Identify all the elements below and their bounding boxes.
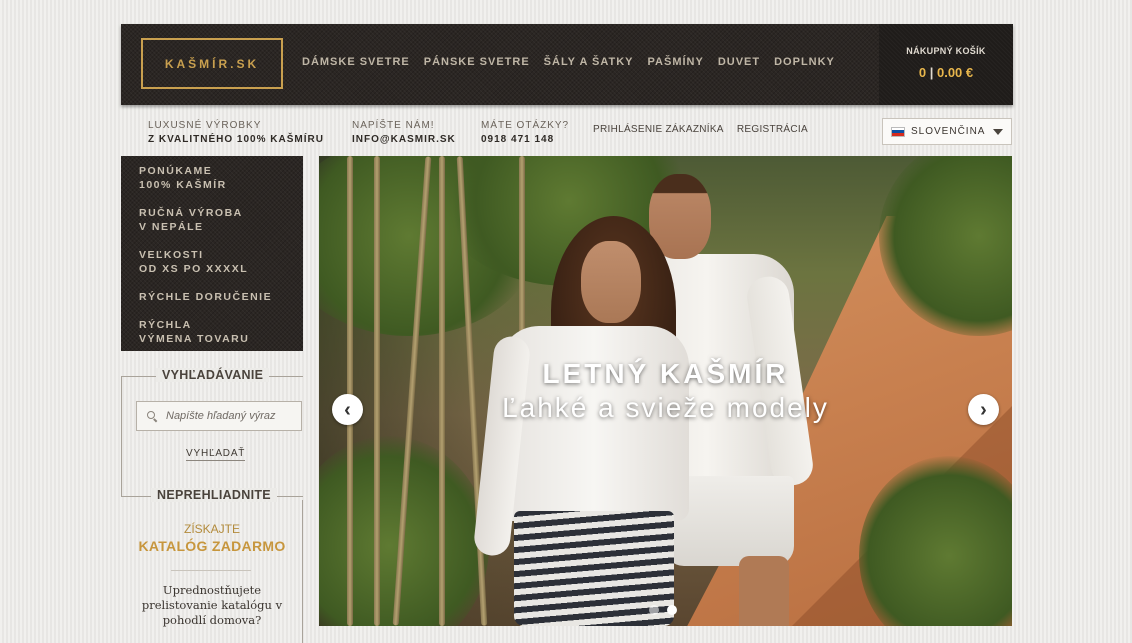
catalog-link[interactable]: KATALÓG ZADARMO [121,538,303,554]
nav-item-panske-svetre[interactable]: PÁNSKE SVETRE [424,56,530,68]
slovak-flag-icon [891,126,905,137]
slider-dot-2[interactable] [667,605,677,615]
feature-line: 100% KAŠMÍR [139,179,227,191]
site-header: KAŠMÍR.SK DÁMSKE SVETRE PÁNSKE SVETRE ŠÁ… [121,24,1013,105]
cart-separator: | [929,65,934,80]
feature-line: PONÚKAME [139,165,213,177]
cart-total: 0.00 € [936,65,974,80]
feature-line: VEĽKOSTI [139,249,204,261]
catalog-description: Uprednostňujete prelistovanie katalógu v… [141,583,283,627]
chevron-left-icon[interactable]: ‹ [332,394,363,425]
info-phone-number[interactable]: 0918 471 148 [481,133,569,147]
register-link[interactable]: REGISTRÁCIA [737,124,808,135]
cart-summary: 0 | 0.00 € [879,65,1013,80]
feature-item: RÝCHLA VÝMENA TOVARU [139,318,303,346]
info-luxury-line2: Z KVALITNÉHO 100% KAŠMÍRU [148,134,324,145]
search-button[interactable]: VYHĽADAŤ [186,448,246,461]
feature-line: RUČNÁ VÝROBA [139,207,243,219]
nav-item-damske-svetre[interactable]: DÁMSKE SVETRE [302,56,410,68]
info-email: NAPÍŠTE NÁM! INFO@KASMIR.SK [352,119,456,147]
nav-item-doplnky[interactable]: DOPLNKY [774,56,835,68]
catalog-section: NEPREHLIADNITE ZÍSKAJTE KATALÓG ZADARMO … [121,488,303,643]
cart-title: NÁKUPNÝ KOŠÍK [906,46,986,56]
search-icon [147,411,157,421]
feature-line: RÝCHLA [139,319,192,331]
main-nav: DÁMSKE SVETRE PÁNSKE SVETRE ŠÁLY A ŠATKY… [302,56,849,68]
hero-slider: LETNÝ KAŠMÍR Ľahké a svieže modely ‹ › [319,156,1012,626]
language-select[interactable]: SLOVENČINA [882,118,1012,145]
search-title: VYHĽADÁVANIE [156,368,270,382]
feature-item: RÝCHLE DORUČENIE [139,290,303,304]
feature-line: OD XS PO XXXXL [139,263,249,275]
feature-line: VÝMENA TOVARU [139,333,250,345]
info-phone-line1: MÁTE OTÁZKY? [481,120,570,131]
feature-line: RÝCHLE DORUČENIE [139,291,273,303]
catalog-lead: ZÍSKAJTE [183,522,240,536]
feature-item: RUČNÁ VÝROBA V NEPÁLE [139,206,303,234]
site-logo[interactable]: KAŠMÍR.SK [141,38,283,89]
slide-subtitle: Ľahké a svieže modely [502,392,829,423]
info-email-line1: NAPÍŠTE NÁM! [352,120,435,131]
cart-widget[interactable]: NÁKUPNÝ KOŠÍK 0 | 0.00 € [879,24,1013,105]
nav-item-duvet[interactable]: DUVET [718,56,760,68]
slide-title: LETNÝ KAŠMÍR [542,358,789,389]
slider-dot-1[interactable] [649,605,659,615]
nav-item-pasminy[interactable]: PAŠMÍNY [648,56,704,68]
chevron-right-icon[interactable]: › [968,394,999,425]
catalog-divider [171,570,251,571]
account-links: PRIHLÁSENIE ZÁKAZNÍKA REGISTRÁCIA [593,124,818,135]
search-input[interactable] [166,410,296,422]
language-label: SLOVENČINA [911,126,986,137]
cart-count: 0 [918,65,927,80]
caret-down-icon [993,129,1003,135]
feature-item: VEĽKOSTI OD XS PO XXXXL [139,248,303,276]
feature-item: PONÚKAME 100% KAŠMÍR [139,164,303,192]
catalog-title: NEPREHLIADNITE [151,488,277,502]
login-link[interactable]: PRIHLÁSENIE ZÁKAZNÍKA [593,124,724,135]
info-email-link[interactable]: INFO@KASMIR.SK [352,133,456,147]
search-section: VYHĽADÁVANIE VYHĽADAŤ [121,368,303,498]
nav-item-saly-a-satky[interactable]: ŠÁLY A ŠATKY [544,56,634,68]
search-field[interactable] [136,401,302,431]
info-phone: MÁTE OTÁZKY? 0918 471 148 [481,119,569,147]
info-luxury-line1: LUXUSNÉ VÝROBKY [148,120,262,131]
feature-line: V NEPÁLE [139,221,204,233]
slider-dots [649,605,677,615]
info-luxury: LUXUSNÉ VÝROBKY Z KVALITNÉHO 100% KAŠMÍR… [148,119,324,147]
features-panel: PONÚKAME 100% KAŠMÍR RUČNÁ VÝROBA V NEPÁ… [121,156,303,351]
